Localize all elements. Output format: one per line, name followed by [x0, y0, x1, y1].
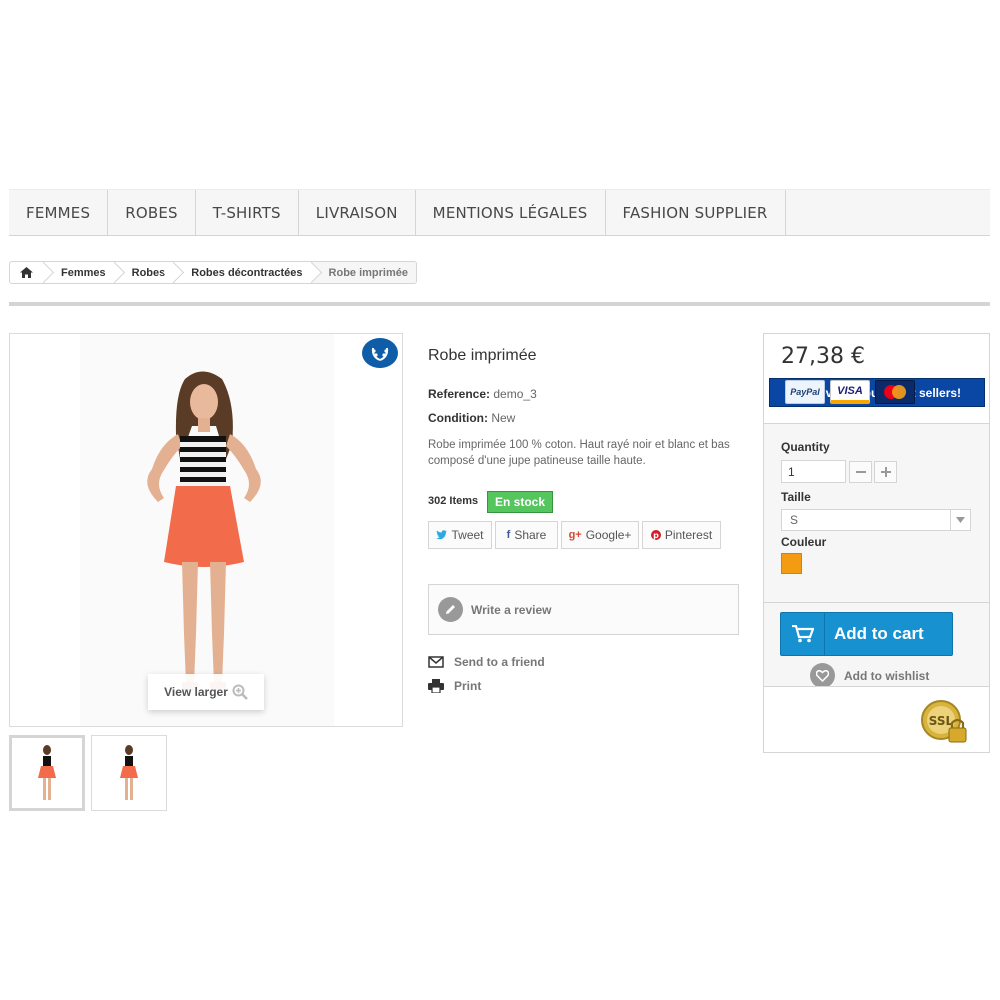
view-larger-button[interactable]: View larger — [148, 674, 264, 710]
minus-icon — [855, 471, 866, 473]
nav-item-femmes[interactable]: FEMMES — [9, 190, 109, 236]
condition-label: Condition: — [428, 411, 488, 425]
thumbnail-photo — [120, 745, 138, 800]
nav-item-t-shirts[interactable]: T-SHIRTS — [196, 190, 299, 236]
product-price: 27,38 € — [781, 344, 865, 369]
size-select[interactable]: S — [781, 509, 971, 531]
google-plus-button[interactable]: g+ Google+ — [561, 521, 639, 549]
ssl-seal-text: SSL — [929, 714, 954, 728]
breadcrumb-item-robes-decontractees[interactable]: Robes décontractées — [173, 262, 310, 283]
tweet-button[interactable]: Tweet — [428, 521, 492, 549]
breadcrumb: Femmes Robes Robes décontractées Robe im… — [9, 261, 417, 284]
view-larger-label: View larger — [164, 685, 228, 699]
condition-value: New — [491, 411, 516, 425]
heart-icon — [810, 663, 835, 688]
twitter-icon — [436, 530, 448, 540]
printer-icon — [428, 679, 444, 693]
reference-line: Reference: demo_3 — [428, 387, 537, 401]
color-label: Couleur — [781, 535, 827, 549]
share-button[interactable]: f Share — [495, 521, 558, 549]
paypal-logo: PayPal — [785, 380, 825, 404]
pinterest-button[interactable]: p Pinterest — [642, 521, 721, 549]
product-photo — [80, 334, 334, 726]
ssl-lock-icon: SSL — [920, 700, 968, 746]
nav-item-fashion-supplier[interactable]: FASHION SUPPLIER — [606, 190, 786, 236]
send-to-friend-label: Send to a friend — [454, 655, 545, 669]
send-to-friend-link[interactable]: Send to a friend — [428, 655, 545, 669]
top-navigation: FEMMES ROBES T-SHIRTS LIVRAISON MENTIONS… — [9, 189, 990, 236]
product-title: Robe imprimée — [428, 347, 537, 364]
paypal-logo-text: PayPal — [790, 387, 820, 397]
zoom-in-icon — [232, 684, 248, 700]
stock-badge: En stock — [487, 491, 554, 513]
pinterest-label: Pinterest — [664, 528, 713, 542]
reference-value: demo_3 — [493, 387, 537, 401]
add-to-wishlist-link[interactable]: Add to wishlist — [810, 663, 929, 688]
pinterest-icon: p — [650, 530, 661, 540]
price-area: 27,38 € Discover all our great sellers! — [764, 334, 989, 424]
envelope-icon — [428, 656, 444, 668]
condition-line: Condition: New — [428, 411, 515, 425]
reference-label: Reference: — [428, 387, 491, 401]
add-to-wishlist-label: Add to wishlist — [844, 668, 930, 683]
product-description: Robe imprimée 100 % coton. Haut rayé noi… — [428, 439, 730, 467]
quantity-decrease-button[interactable] — [849, 461, 872, 483]
add-to-cart-label: Add to cart — [834, 624, 924, 643]
nav-item-livraison[interactable]: LIVRAISON — [299, 190, 416, 236]
thumbnail-photo — [38, 745, 56, 800]
tweet-label: Tweet — [451, 528, 484, 542]
breadcrumb-home[interactable] — [10, 262, 43, 283]
quantity-label: Quantity — [781, 440, 830, 454]
pencil-icon — [438, 597, 463, 622]
color-swatch-orange[interactable] — [781, 553, 802, 574]
share-label: Share — [514, 528, 547, 542]
available-quantity: 302 Items — [428, 495, 479, 507]
visa-logo-text: VISA — [837, 384, 863, 397]
nav-item-mentions-legales[interactable]: MENTIONS LÉGALES — [416, 190, 606, 236]
print-link[interactable]: Print — [428, 679, 481, 693]
facebook-icon: f — [506, 529, 511, 541]
home-icon — [20, 267, 33, 278]
size-selected-value: S — [790, 513, 799, 527]
section-divider — [9, 302, 990, 306]
plus-icon — [880, 467, 891, 477]
print-label: Print — [454, 679, 482, 693]
write-review-label: Write a review — [471, 602, 552, 617]
google-plus-icon: g+ — [568, 529, 582, 541]
thumbnail-1[interactable] — [9, 735, 85, 811]
chevron-down-icon — [950, 510, 970, 530]
mastercard-logo — [875, 380, 915, 404]
google-plus-label: Google+ — [585, 528, 632, 542]
write-review-button[interactable]: Write a review — [428, 584, 739, 635]
add-to-cart-button[interactable]: Add to cart — [780, 612, 953, 656]
laurel-icon — [362, 338, 398, 368]
breadcrumb-current: Robe imprimée — [310, 262, 416, 283]
nav-item-robes[interactable]: ROBES — [108, 190, 196, 236]
quantity-input[interactable]: 1 — [781, 460, 846, 483]
svg-text:p: p — [653, 531, 659, 540]
visa-logo: VISA — [830, 380, 870, 404]
cart-icon — [781, 613, 825, 655]
product-main-image[interactable] — [9, 333, 403, 727]
size-label: Taille — [781, 490, 811, 504]
quantity-increase-button[interactable] — [874, 461, 897, 483]
thumbnail-2[interactable] — [91, 735, 167, 811]
